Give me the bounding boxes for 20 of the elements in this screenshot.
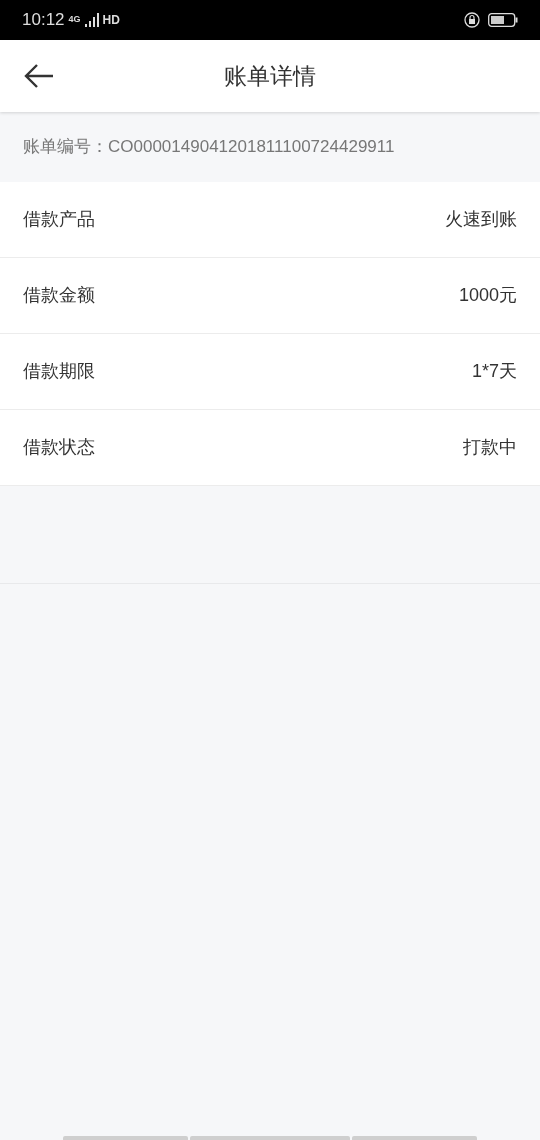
status-time: 10:12 — [22, 9, 65, 32]
gesture-bar[interactable] — [63, 1136, 188, 1140]
page-title: 账单详情 — [224, 61, 316, 91]
detail-label: 借款金额 — [23, 284, 95, 307]
detail-label: 借款期限 — [23, 360, 95, 383]
back-icon[interactable] — [24, 64, 54, 88]
detail-value: 1*7天 — [471, 360, 517, 383]
battery-icon — [488, 13, 518, 27]
detail-value: 1000元 — [458, 284, 517, 307]
gesture-bar[interactable] — [190, 1136, 350, 1140]
gesture-bar[interactable] — [352, 1136, 477, 1140]
hd-indicator: HD — [102, 12, 120, 29]
detail-label: 借款产品 — [23, 208, 95, 231]
bill-number: 账单编号：CO0000149041201811100724429911 — [22, 136, 396, 159]
signal-icon — [84, 13, 99, 27]
rotation-lock-icon — [464, 12, 480, 28]
detail-value: 打款中 — [463, 436, 517, 459]
detail-value: 火速到账 — [445, 208, 517, 231]
network-type: 4G — [68, 13, 81, 27]
detail-label: 借款状态 — [23, 436, 95, 459]
